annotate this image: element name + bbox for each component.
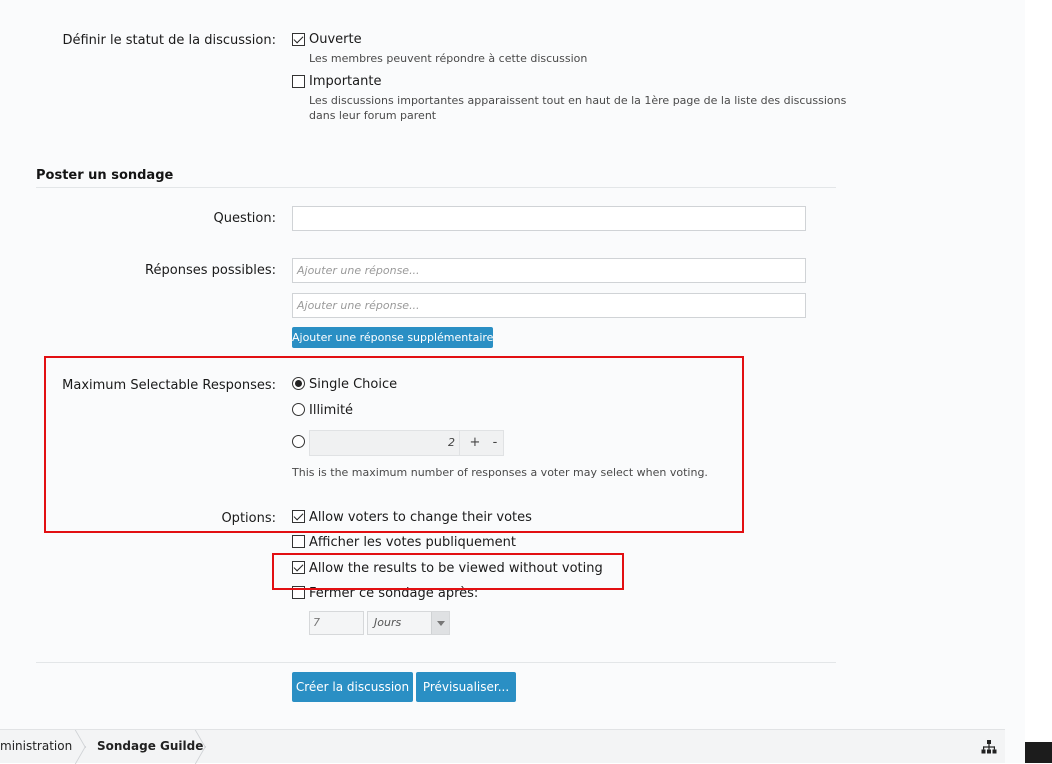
breadcrumb-separator — [75, 730, 89, 763]
responses-label: Réponses possibles: — [145, 263, 276, 278]
sticky-hint-line2: dans leur forum parent — [309, 109, 437, 122]
create-thread-button[interactable]: Créer la discussion — [292, 672, 413, 702]
question-input[interactable] — [292, 206, 806, 231]
breadcrumb-item-current[interactable]: Sondage Guilde — [97, 730, 203, 763]
chevron-down-icon — [431, 612, 449, 634]
open-label: Ouverte — [309, 32, 362, 47]
breadcrumb: ministration Sondage Guilde — [0, 729, 1005, 763]
highlight-box-view-results — [272, 553, 624, 590]
right-margin — [1025, 0, 1052, 763]
public-votes-checkbox[interactable] — [292, 535, 305, 548]
breadcrumb-item-administration[interactable]: ministration — [0, 730, 72, 763]
sticky-checkbox[interactable] — [292, 75, 305, 88]
close-unit-value: Jours — [374, 616, 402, 629]
poll-section-title: Poster un sondage — [36, 168, 174, 183]
close-unit-select[interactable]: Jours — [367, 611, 450, 635]
close-after-input[interactable]: 7 — [309, 611, 364, 635]
thread-status-label: Définir le statut de la discussion: — [62, 33, 276, 48]
section-divider — [36, 187, 836, 188]
sitemap-icon[interactable] — [981, 740, 997, 754]
preview-button[interactable]: Prévisualiser... — [416, 672, 516, 702]
response-input-1[interactable]: Ajouter une réponse... — [292, 258, 806, 283]
actions-divider — [36, 662, 836, 663]
public-votes-label: Afficher les votes publiquement — [309, 535, 516, 550]
sticky-label: Importante — [309, 74, 382, 89]
add-response-button[interactable]: Ajouter une réponse supplémentaire — [292, 327, 493, 348]
highlight-box-max-responses — [44, 356, 744, 533]
open-hint: Les membres peuvent répondre à cette dis… — [309, 52, 588, 65]
response-input-2[interactable]: Ajouter une réponse... — [292, 293, 806, 318]
sticky-hint-line1: Les discussions importantes apparaissent… — [309, 94, 847, 107]
breadcrumb-separator — [195, 730, 209, 763]
corner-block — [1025, 742, 1052, 763]
question-label: Question: — [213, 211, 276, 226]
open-checkbox[interactable] — [292, 33, 305, 46]
